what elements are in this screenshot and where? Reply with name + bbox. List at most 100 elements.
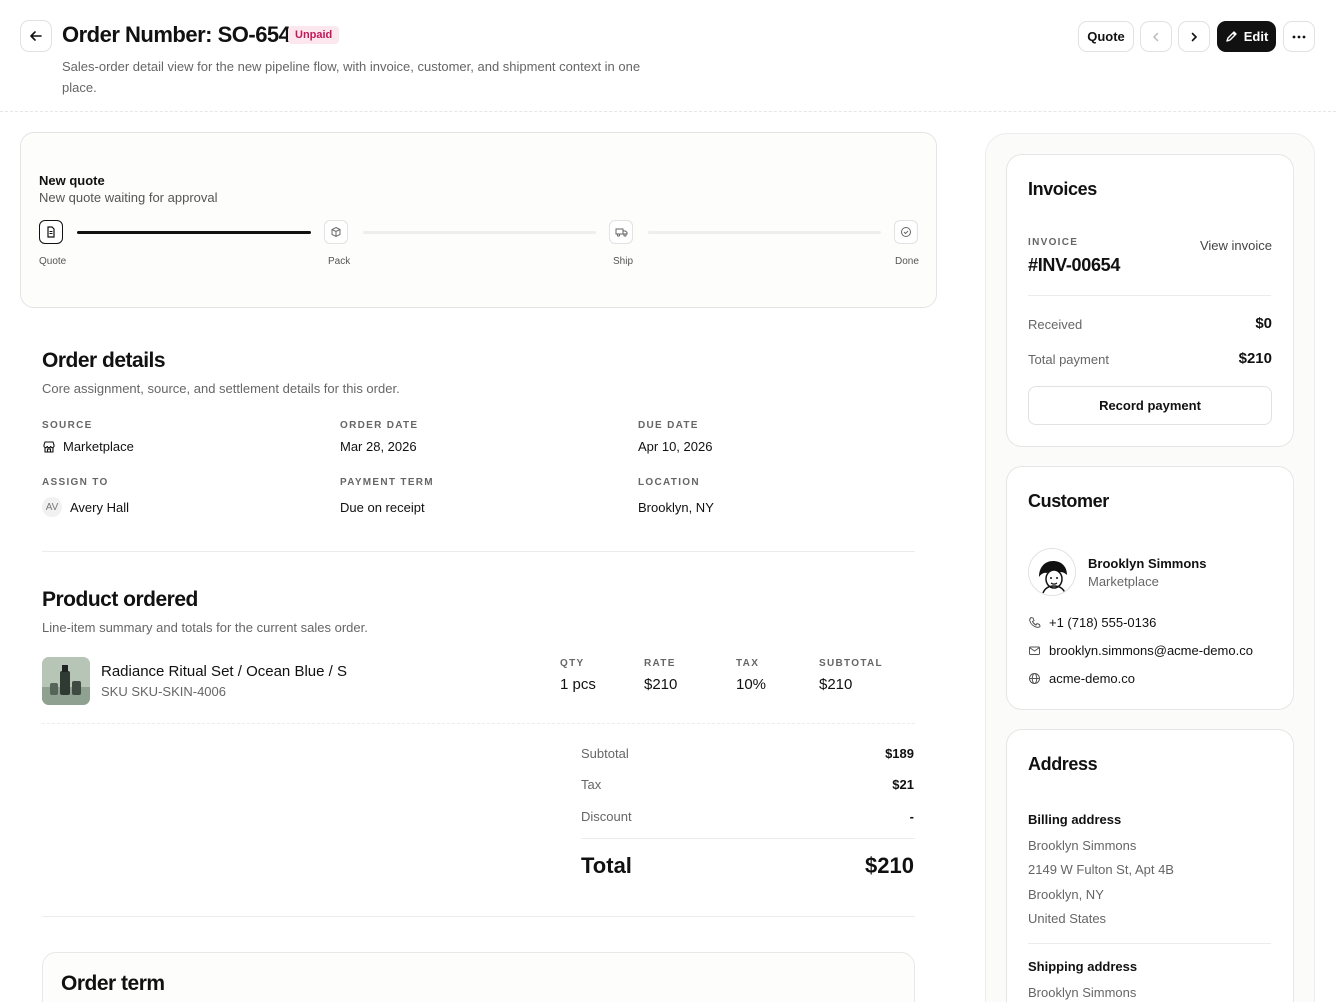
address-divider — [1028, 943, 1271, 944]
product-divider — [42, 723, 915, 724]
edit-button-label: Edit — [1243, 29, 1269, 44]
customer-phone[interactable]: +1 (718) 555-0136 — [1028, 615, 1156, 630]
box-icon — [331, 226, 341, 238]
order-details-title: Order details — [42, 349, 166, 372]
total-payment-value: $210 — [1238, 350, 1272, 367]
pipeline-title: New quote — [39, 173, 105, 188]
billing-line: Brooklyn, NY — [1028, 887, 1104, 902]
invoices-title: Invoices — [1028, 179, 1097, 199]
step-quote[interactable] — [39, 220, 63, 244]
summary-subtotal-value: $189 — [885, 746, 914, 761]
tax-value: 10% — [736, 676, 767, 693]
step-label-done: Done — [895, 256, 919, 267]
received-value: $0 — [1255, 315, 1272, 332]
product-ordered-subtitle: Line-item summary and totals for the cur… — [42, 620, 368, 635]
due-date-value: Apr 10, 2026 — [638, 439, 713, 454]
step-done[interactable] — [894, 220, 918, 244]
billing-line: Brooklyn Simmons — [1028, 838, 1137, 853]
shipping-line: Brooklyn Simmons — [1028, 985, 1137, 1000]
pipeline-card: New quote New quote waiting for approval… — [20, 132, 937, 308]
order-details-subtitle: Core assignment, source, and settlement … — [42, 381, 400, 396]
assignee[interactable]: AV Avery Hall — [42, 497, 129, 517]
customer-card: Customer Brooklyn Simmons Marketplace +1… — [1006, 466, 1294, 710]
received-label: Received — [1028, 317, 1083, 332]
more-horizontal-icon — [1292, 35, 1306, 38]
check-circle-icon — [901, 227, 911, 237]
store-icon — [43, 440, 55, 453]
page-header: Order Number: SO-654 Unpaid Sales-order … — [0, 0, 1336, 112]
record-payment-button[interactable]: Record payment — [1028, 386, 1272, 425]
page-subtitle: Sales-order detail view for the new pipe… — [62, 59, 641, 95]
next-button[interactable] — [1178, 21, 1210, 52]
previous-button[interactable] — [1140, 21, 1172, 52]
payment-term-label: PAYMENT TERM — [340, 477, 434, 488]
pencil-icon — [1226, 31, 1237, 42]
product-ordered-title: Product ordered — [42, 588, 198, 611]
summary-subtotal-label: Subtotal — [581, 746, 629, 761]
qty-label: QTY — [560, 658, 585, 669]
invoice-number: #INV-00654 — [1028, 255, 1121, 275]
step-label-ship: Ship — [613, 256, 634, 267]
step-label-pack: Pack — [328, 256, 351, 267]
total-payment-label: Total payment — [1028, 352, 1109, 367]
rate-label: RATE — [644, 658, 676, 669]
invoice-divider — [1028, 295, 1271, 296]
summary-discount-label: Discount — [581, 809, 632, 824]
source-label: SOURCE — [42, 420, 93, 431]
website-text: acme-demo.co — [1049, 671, 1135, 686]
step-pack[interactable] — [324, 220, 348, 244]
phone-text: +1 (718) 555-0136 — [1049, 615, 1157, 630]
customer-website[interactable]: acme-demo.co — [1028, 671, 1135, 686]
customer-avatar — [1028, 548, 1076, 596]
truck-icon — [615, 228, 627, 237]
order-date-label: ORDER DATE — [340, 420, 419, 431]
step-track-3 — [648, 231, 881, 234]
arrow-left-icon — [30, 31, 42, 41]
quote-button[interactable]: Quote — [1078, 21, 1134, 52]
qty-value: 1 pcs — [560, 676, 596, 693]
step-ship[interactable] — [609, 220, 633, 244]
chevron-left-icon — [1152, 32, 1159, 41]
step-track-2 — [363, 231, 596, 234]
due-date-label: DUE DATE — [638, 420, 699, 431]
subtotal-value: $210 — [819, 676, 853, 693]
order-date-value: Mar 28, 2026 — [340, 439, 417, 454]
status-badge: Unpaid — [288, 26, 340, 44]
avatar: AV — [42, 497, 62, 517]
customer-title: Customer — [1028, 491, 1109, 511]
billing-address-title: Billing address — [1028, 812, 1122, 827]
summary-divider — [581, 838, 915, 839]
total-label: Total — [581, 853, 632, 878]
section-divider-2 — [42, 916, 915, 917]
assignee-name: Avery Hall — [70, 499, 130, 515]
location-label: LOCATION — [638, 477, 700, 488]
invoice-label: INVOICE — [1028, 237, 1079, 248]
step-label-quote: Quote — [39, 256, 67, 267]
email-text: brooklyn.simmons@acme-demo.co — [1049, 643, 1253, 658]
summary-discount-value: - — [909, 809, 914, 824]
order-term-card: Order term — [42, 952, 915, 1002]
product-name[interactable]: Radiance Ritual Set / Ocean Blue / S — [101, 663, 347, 680]
source-text: Marketplace — [63, 439, 134, 454]
location-value: Brooklyn, NY — [638, 500, 714, 515]
customer-source: Marketplace — [1088, 574, 1159, 589]
step-track-1 — [77, 231, 311, 234]
page-title: Order Number: SO-654 — [62, 22, 291, 47]
document-icon — [47, 226, 55, 238]
edit-button[interactable]: Edit — [1217, 21, 1276, 52]
billing-line: United States — [1028, 911, 1107, 926]
back-button[interactable] — [20, 20, 52, 52]
payment-term-value: Due on receipt — [340, 500, 425, 515]
order-term-title: Order term — [61, 972, 165, 995]
more-options-button[interactable] — [1283, 21, 1315, 52]
mail-icon — [1029, 646, 1040, 655]
address-card: Address Billing address Brooklyn Simmons… — [1006, 729, 1294, 1002]
view-invoice-link[interactable]: View invoice — [1200, 238, 1272, 253]
billing-line: 2149 W Fulton St, Apt 4B — [1028, 862, 1174, 877]
customer-name[interactable]: Brooklyn Simmons — [1088, 556, 1206, 571]
customer-email[interactable]: brooklyn.simmons@acme-demo.co — [1028, 643, 1253, 658]
summary-tax-label: Tax — [581, 777, 602, 792]
phone-icon — [1029, 616, 1041, 628]
total-value: $210 — [865, 853, 914, 878]
pipeline-subtitle: New quote waiting for approval — [39, 190, 218, 205]
